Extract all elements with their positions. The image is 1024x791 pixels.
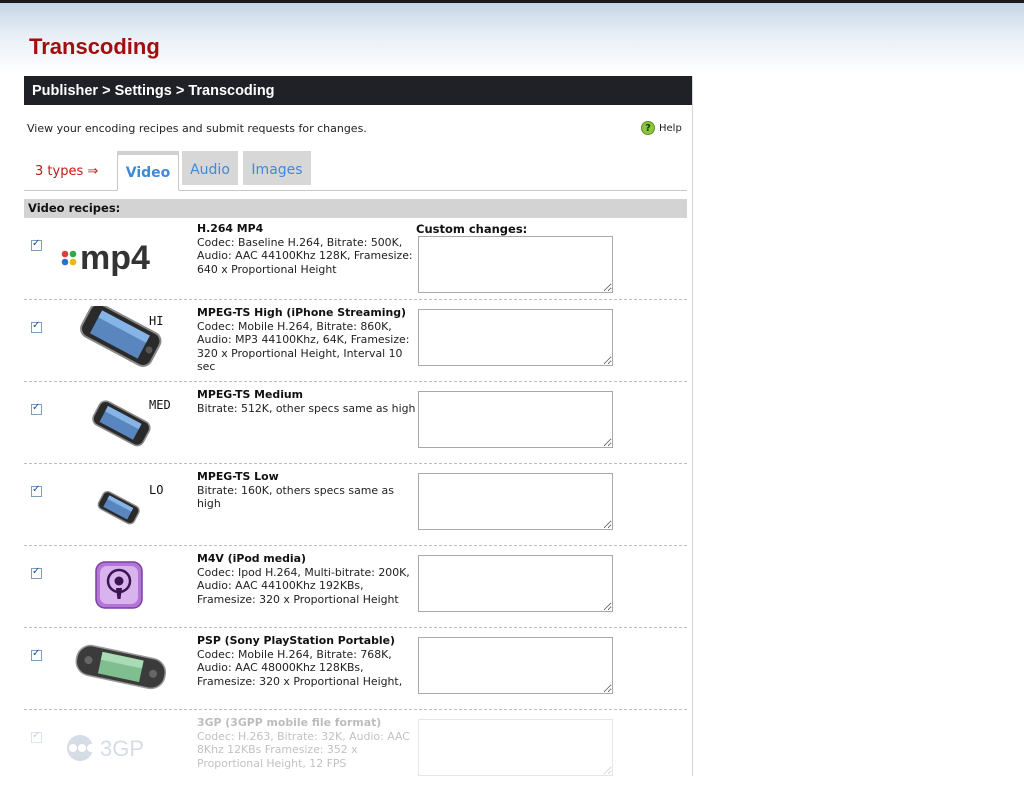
recipe-spec: Codec: Mobile H.264, Bitrate: 768K, Audi… <box>197 647 403 688</box>
podcast-icon <box>95 561 143 609</box>
tab-video[interactable]: Video <box>117 151 179 191</box>
recipe-spec: Bitrate: 512K, other specs same as high <box>197 401 416 415</box>
recipe-spec: Codec: H.263, Bitrate: 32K, Audio: AAC 8… <box>197 729 410 770</box>
recipe-spec: Bitrate: 160K, others specs same as high <box>197 483 394 511</box>
recipe-checkbox[interactable] <box>31 320 42 333</box>
custom-changes-field[interactable] <box>418 309 613 366</box>
recipe-row-mp4: mp4 H.264 MP4 Codec: Baseline H.264, Bit… <box>24 218 687 300</box>
recipe-description: H.264 MP4 Codec: Baseline H.264, Bitrate… <box>197 222 417 276</box>
iphone-small-icon: LO <box>97 483 163 525</box>
recipe-description: M4V (iPod media) Codec: Ipod H.264, Mult… <box>197 552 417 606</box>
recipe-name: M4V (iPod media) <box>197 552 306 565</box>
mp4-logo: mp4 <box>61 239 150 277</box>
recipe-name: PSP (Sony PlayStation Portable) <box>197 634 396 647</box>
iphone-medium-icon: MED <box>92 398 171 447</box>
recipe-name: MPEG-TS Low <box>197 470 279 483</box>
page-title: Transcoding <box>29 34 160 59</box>
transcoding-panel: Publisher > Settings > Transcoding View … <box>24 76 693 776</box>
custom-changes-field[interactable] <box>418 719 613 776</box>
video-recipes-header: Video recipes: <box>24 199 687 218</box>
tabs-row: 3 types ⇒ Video Audio Images <box>24 151 687 191</box>
help-icon: ? <box>641 121 655 135</box>
recipe-checkbox[interactable] <box>31 566 42 579</box>
help-label: Help <box>659 122 682 134</box>
recipe-checkbox[interactable] <box>31 648 42 661</box>
psp-icon <box>75 644 167 690</box>
mp4-logo-mp: mp4 <box>80 239 150 277</box>
recipe-checkbox[interactable] <box>31 730 42 743</box>
tab-audio[interactable]: Audio <box>182 151 238 185</box>
recipe-name: H.264 MP4 <box>197 222 264 235</box>
iphone-large-icon: HI <box>80 306 163 367</box>
recipe-description: MPEG-TS Low Bitrate: 160K, others specs … <box>197 470 417 511</box>
recipe-row-3gp: 3GP 3GP (3GPP mobile file format) Codec:… <box>24 710 687 791</box>
3gp-logo: 3GP <box>67 735 144 761</box>
recipe-description: MPEG-TS High (iPhone Streaming) Codec: M… <box>197 306 417 374</box>
recipe-checkbox[interactable] <box>31 402 42 415</box>
recipe-checkbox[interactable] <box>31 484 42 497</box>
recipe-name: MPEG-TS High (iPhone Streaming) <box>197 306 406 319</box>
size-label-lo: LO <box>149 483 163 497</box>
recipe-row-mpeg-ts-high: HI MPEG-TS High (iPhone Streaming) Codec… <box>24 300 687 382</box>
recipe-description: PSP (Sony PlayStation Portable) Codec: M… <box>197 634 417 688</box>
size-label-hi: HI <box>149 314 163 328</box>
recipe-row-mpeg-ts-medium: MED MPEG-TS Medium Bitrate: 512K, other … <box>24 382 687 464</box>
recipe-description: MPEG-TS Medium Bitrate: 512K, other spec… <box>197 388 417 415</box>
tab-images[interactable]: Images <box>243 151 311 185</box>
recipe-row-psp: PSP (Sony PlayStation Portable) Codec: M… <box>24 628 687 710</box>
custom-changes-field[interactable] <box>418 236 613 293</box>
recipe-spec: Codec: Mobile H.264, Bitrate: 860K, Audi… <box>197 319 410 374</box>
recipe-spec: Codec: Ipod H.264, Multi-bitrate: 200K, … <box>197 565 410 606</box>
custom-changes-field[interactable] <box>418 637 613 694</box>
custom-changes-field[interactable] <box>418 473 613 530</box>
custom-changes-label: Custom changes: <box>416 222 528 236</box>
recipe-description: 3GP (3GPP mobile file format) Codec: H.2… <box>197 716 417 770</box>
recipe-spec: Codec: Baseline H.264, Bitrate: 500K, Au… <box>197 235 413 276</box>
recipe-name: 3GP (3GPP mobile file format) <box>197 716 382 729</box>
recipe-list: mp4 H.264 MP4 Codec: Baseline H.264, Bit… <box>24 218 687 791</box>
help-link[interactable]: ? Help <box>641 121 682 135</box>
recipe-checkbox[interactable] <box>31 238 42 251</box>
intro-text: View your encoding recipes and submit re… <box>27 122 367 135</box>
types-count-label: 3 types ⇒ <box>35 164 99 179</box>
custom-changes-field[interactable] <box>418 391 613 448</box>
recipe-row-m4v: M4V (iPod media) Codec: Ipod H.264, Mult… <box>24 546 687 628</box>
recipe-name: MPEG-TS Medium <box>197 388 304 401</box>
3gp-logo-text: 3GP <box>100 736 144 761</box>
recipe-row-mpeg-ts-low: LO MPEG-TS Low Bitrate: 160K, others spe… <box>24 464 687 546</box>
breadcrumb: Publisher > Settings > Transcoding <box>24 76 692 105</box>
custom-changes-field[interactable] <box>418 555 613 612</box>
size-label-med: MED <box>149 398 171 412</box>
